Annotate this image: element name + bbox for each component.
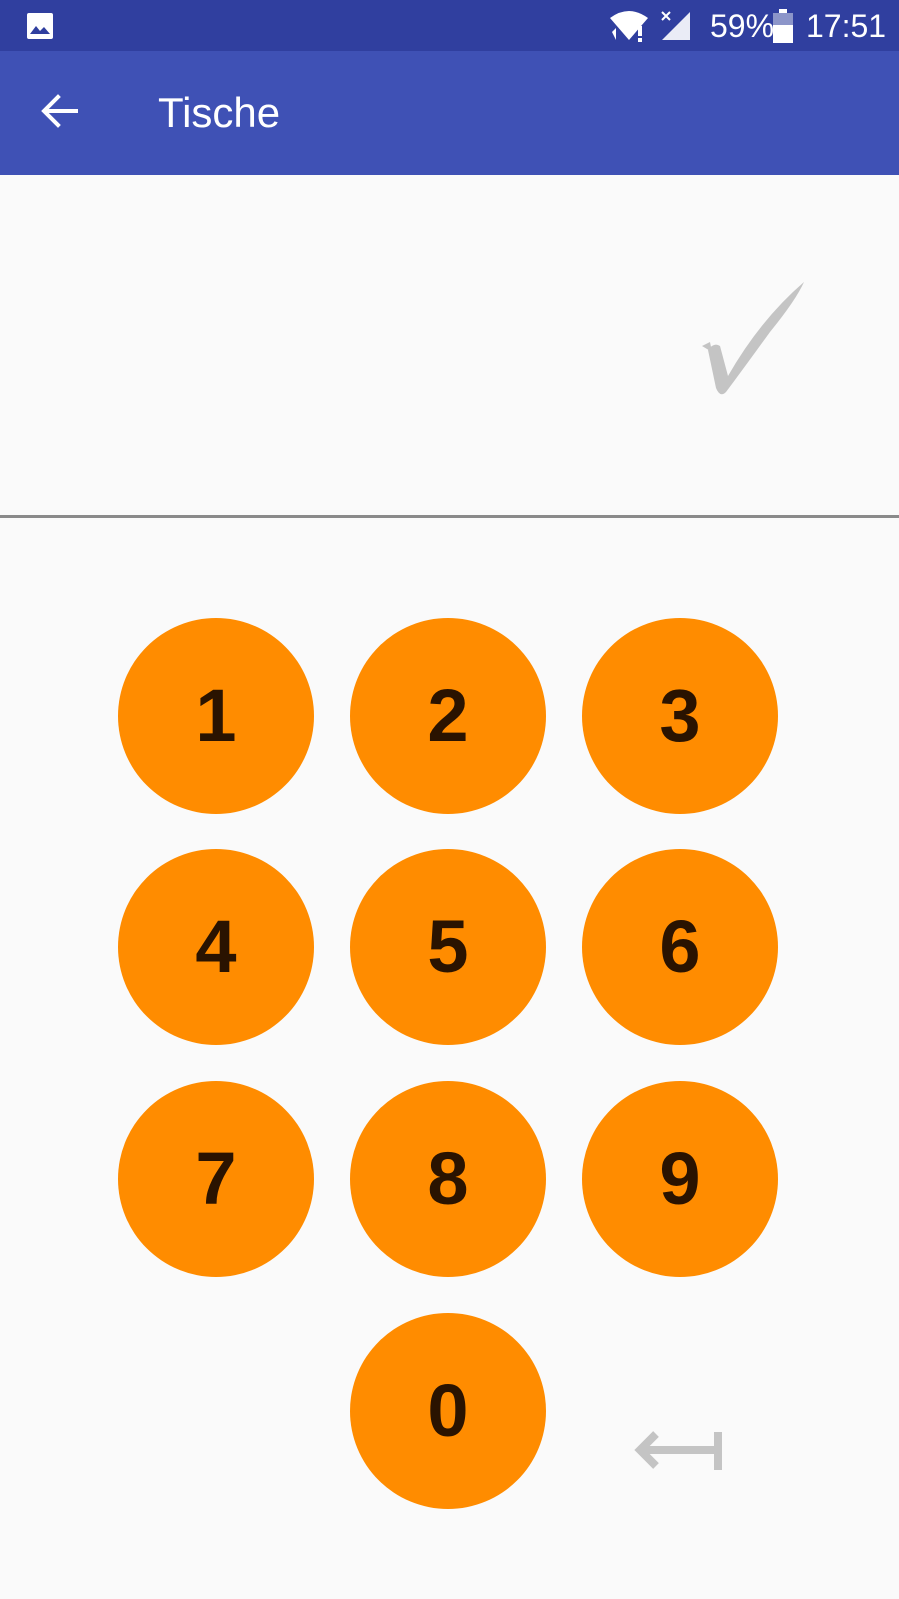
key-7[interactable]: 7: [118, 1081, 314, 1277]
key-label: 5: [427, 905, 469, 988]
back-button[interactable]: [24, 75, 96, 147]
key-1[interactable]: 1: [118, 618, 314, 814]
key-8[interactable]: 8: [350, 1081, 546, 1277]
key-label: 0: [427, 1369, 469, 1452]
key-4[interactable]: 4: [118, 849, 314, 1045]
key-2[interactable]: 2: [350, 618, 546, 814]
number-display: [0, 175, 899, 515]
backspace-arrow-icon: [634, 1431, 722, 1470]
wifi-icon: [610, 11, 648, 42]
key-label: 3: [659, 674, 701, 757]
no-signal-icon: [661, 11, 690, 40]
key-label: 7: [195, 1137, 237, 1220]
key-9[interactable]: 9: [582, 1081, 778, 1277]
key-label: 8: [427, 1137, 469, 1220]
arrow-back-icon: [41, 94, 78, 128]
key-3[interactable]: 3: [582, 618, 778, 814]
key-label: 4: [195, 905, 237, 988]
battery-percent: 59%: [710, 8, 775, 44]
status-bar: 59% 17:51: [0, 0, 899, 51]
checkmark-icon: [702, 282, 804, 395]
confirm-button[interactable]: [700, 280, 820, 410]
key-5[interactable]: 5: [350, 849, 546, 1045]
divider: [0, 515, 899, 518]
app-bar: Tische: [0, 51, 899, 175]
page-title: Tische: [158, 89, 281, 136]
screen: 59% 17:51 Tische 1 2 3 4 5 6 7 8 9 0: [0, 0, 899, 1599]
backspace-button[interactable]: [634, 1420, 730, 1480]
gallery-icon: [27, 13, 53, 39]
key-6[interactable]: 6: [582, 849, 778, 1045]
key-label: 6: [659, 905, 701, 988]
battery-icon: [773, 9, 793, 43]
key-label: 2: [427, 674, 469, 757]
key-0[interactable]: 0: [350, 1313, 546, 1509]
key-label: 1: [195, 674, 237, 757]
status-time: 17:51: [806, 8, 887, 44]
key-label: 9: [659, 1137, 701, 1220]
